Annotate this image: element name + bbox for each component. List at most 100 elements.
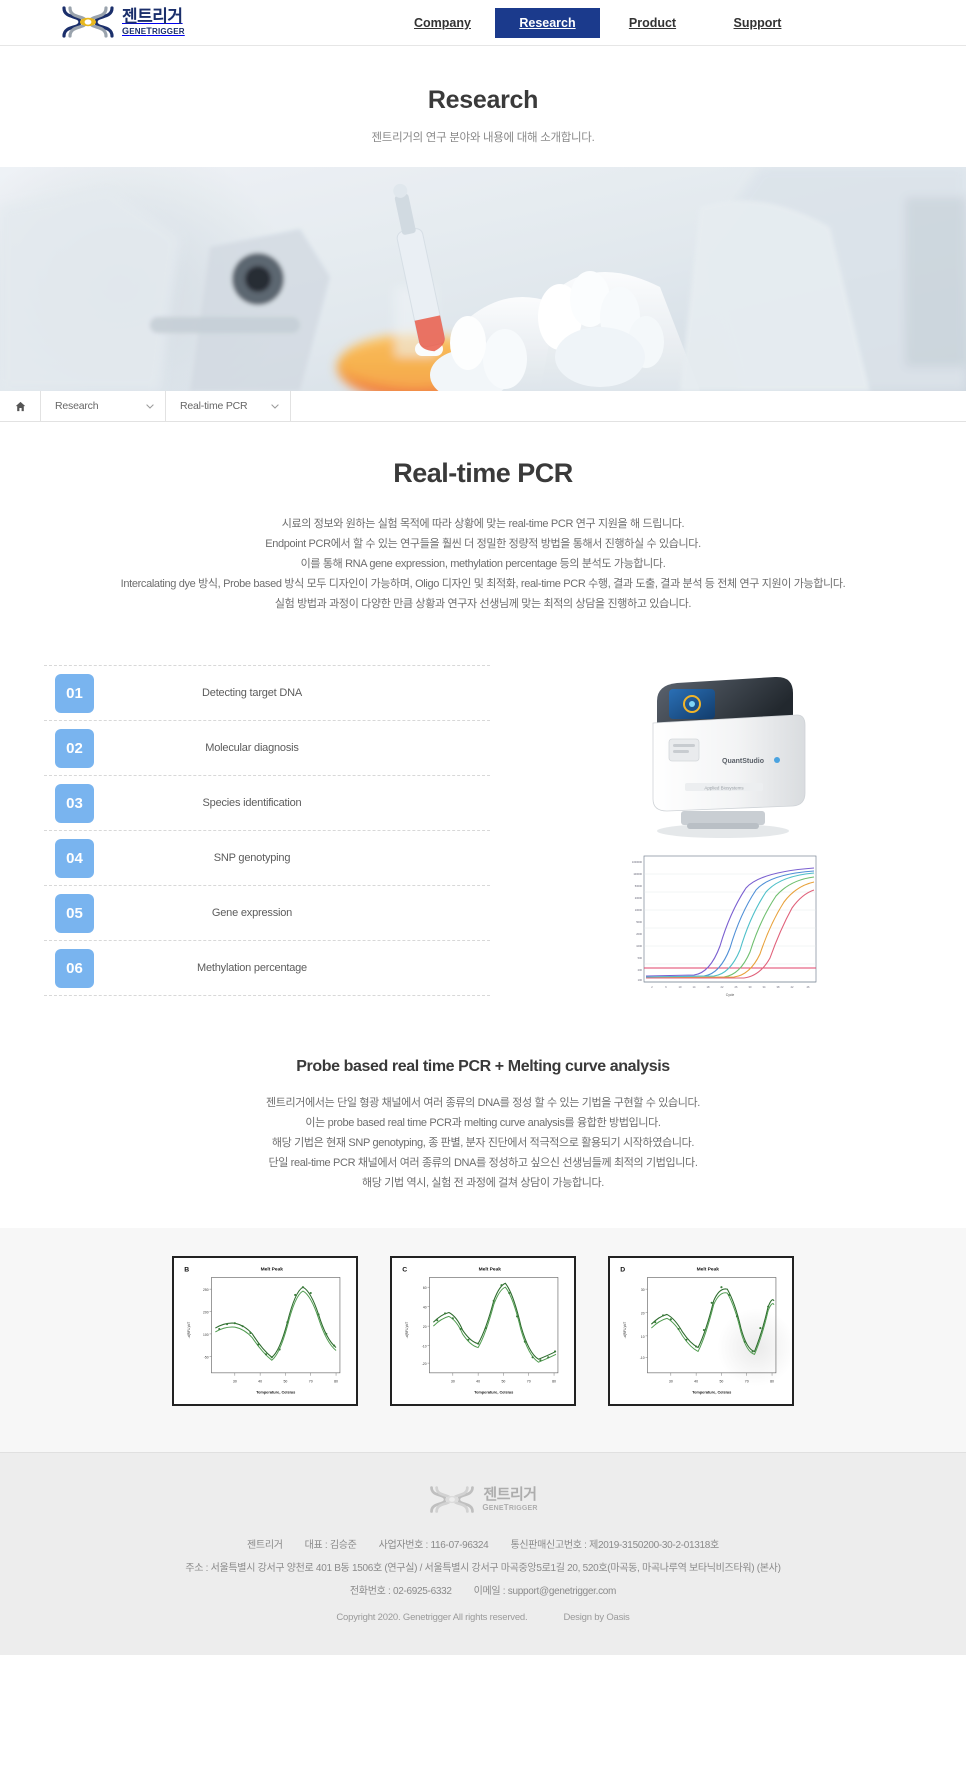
list-item[interactable]: 04 SNP genotyping [44, 831, 490, 886]
feature-label: Methylation percentage [197, 962, 307, 974]
list-item[interactable]: 02 Molecular diagnosis [44, 721, 490, 776]
breadcrumb-select-category[interactable]: Research [41, 391, 166, 421]
svg-text:250: 250 [203, 1288, 209, 1292]
svg-text:70: 70 [309, 1380, 313, 1384]
site-logo[interactable]: 젠트리거 GENETRIGGER [60, 5, 185, 39]
svg-text:40: 40 [694, 1380, 698, 1384]
nav-item-research[interactable]: Research [495, 8, 600, 38]
panel-label: B [184, 1267, 189, 1274]
svg-text:60: 60 [423, 1286, 427, 1290]
svg-text:100: 100 [203, 1333, 209, 1337]
svg-text:80: 80 [770, 1380, 774, 1384]
melt-xlabel: Temperature, Celsius [474, 1389, 513, 1394]
feature-number-badge: 05 [55, 893, 94, 933]
main-navigation: Company Research Product Support [390, 0, 810, 46]
pcr-instrument-image: QuantStudio Applied Biosystems [652, 676, 806, 838]
list-item[interactable]: 06 Methylation percentage [44, 941, 490, 996]
svg-text:10: 10 [641, 1335, 645, 1339]
svg-text:100000: 100000 [633, 872, 642, 876]
footer-copyright: Copyright 2020. Genetrigger All rights r… [336, 1612, 528, 1623]
melt-peak-chart-b: B Melt Peak 250200 100-50 30 40 50 70 80… [174, 1258, 356, 1404]
svg-text:30: 30 [451, 1380, 455, 1384]
list-item[interactable]: 01 Detecting target DNA [44, 666, 490, 721]
lab-scene-illustration [0, 167, 966, 391]
dna-logo-icon [62, 6, 114, 38]
logo-korean-name: 젠트리거 [122, 7, 183, 26]
description-line: 시료의 정보와 원하는 실험 목적에 따라 상황에 맞는 real-time P… [281, 518, 685, 530]
logo-english-name: GENETRIGGER [122, 26, 185, 36]
melt-peak-chart-d: D Melt Peak 3020 10-10 30 40 50 70 80 Te… [610, 1258, 792, 1404]
feature-list-column: 01 Detecting target DNA 02 Molecular dia… [0, 665, 490, 996]
breadcrumb-home-link[interactable] [0, 391, 41, 421]
section-title: Real-time PCR [393, 458, 573, 488]
svg-text:80: 80 [552, 1380, 556, 1384]
melt-ylabel: -d(RFU)/dT [623, 1322, 627, 1339]
probe-section: Probe based real time PCR + Melting curv… [0, 1030, 966, 1204]
footer-business-number: 사업자번호 : 116-07-96324 [378, 1540, 489, 1551]
footer-company-name: 젠트리거 [247, 1540, 283, 1551]
svg-text:2000: 2000 [636, 932, 642, 936]
svg-text:10000: 10000 [634, 908, 642, 912]
footer-contact-line: 전화번호 : 02-6925-6332 이메일 : support@genetri… [0, 1580, 966, 1603]
footer-design-credit: Design by Oasis [563, 1612, 630, 1623]
svg-text:QuantStudio: QuantStudio [722, 758, 764, 765]
description-line: 실험 방법과 과정이 다양한 만큼 상황과 연구자 선생님께 맞는 최적의 상담… [274, 598, 692, 610]
footer-email[interactable]: 이메일 : support@genetrigger.com [474, 1586, 617, 1597]
nav-item-support[interactable]: Support [705, 8, 810, 38]
description-line: Intercalating dye 방식, Probe based 방식 모두 … [120, 578, 846, 590]
amplification-plot-chart: 1000000 100000 50000 20000 10000 5000 20… [617, 850, 823, 1000]
feature-label: SNP genotyping [213, 852, 291, 864]
logo-wordmark: 젠트리거 GENETRIGGER [122, 8, 185, 36]
feature-number-badge: 01 [55, 673, 94, 713]
svg-text:20: 20 [423, 1325, 427, 1329]
svg-text:-50: -50 [204, 1355, 209, 1359]
feature-number-badge: 02 [55, 728, 94, 768]
footer-address: 주소 : 서울특별시 강서구 양천로 401 B동 1506호 (연구실) / … [185, 1563, 781, 1574]
nav-item-product[interactable]: Product [600, 8, 705, 38]
svg-text:30: 30 [641, 1288, 645, 1292]
footer-wordmark: 젠트리거 GENETRIGGER [482, 1487, 537, 1512]
dna-logo-icon [430, 1486, 475, 1513]
melt-peak-chart-c: C Melt Peak 6040 20-10-20 30 40 50 70 80… [392, 1258, 574, 1404]
nav-item-company[interactable]: Company [390, 8, 495, 38]
panel-label: D [620, 1267, 625, 1274]
footer-logo-english-name: GENETRIGGER [482, 1503, 538, 1513]
section-description: 시료의 정보와 원하는 실험 목적에 따라 상황에 맞는 real-time P… [0, 515, 966, 625]
melt-xlabel: Temperature, Celsius [692, 1389, 731, 1394]
footer-company-line: 젠트리거 대표 : 김승준 사업자번호 : 116-07-96324 통신판매신고번호… [0, 1534, 966, 1557]
footer-phone: 전화번호 : 02-6925-6332 [349, 1586, 452, 1597]
site-footer: 젠트리거 GENETRIGGER 젠트리거 대표 : 김승준 사업자번호 : 116… [0, 1452, 966, 1655]
page-title: Research [427, 86, 539, 114]
svg-text:30: 30 [669, 1380, 673, 1384]
list-item[interactable]: 05 Gene expression [44, 886, 490, 941]
breadcrumb-select-page[interactable]: Real-time PCR [166, 391, 291, 421]
svg-text:500: 500 [637, 956, 642, 960]
svg-text:1000000: 1000000 [631, 860, 642, 864]
description-line: 이를 통해 RNA gene expression, methylation p… [300, 558, 666, 570]
feature-label: Molecular diagnosis [205, 742, 299, 754]
melt-ylabel: -d(RFU)/dT [187, 1322, 191, 1339]
svg-text:200: 200 [203, 1310, 209, 1314]
page-subtitle: 젠트리거의 연구 분야와 내용에 대해 소개합니다. [371, 132, 595, 144]
list-item[interactable]: 03 Species identification [44, 776, 490, 831]
svg-text:80: 80 [334, 1380, 338, 1384]
chevron-down-icon [146, 404, 154, 409]
amplification-xlabel: Cycle [725, 993, 734, 997]
svg-text:40: 40 [476, 1380, 480, 1384]
svg-text:Melt Peak: Melt Peak [697, 1267, 720, 1273]
probe-description-line: 해당 기법은 현재 SNP genotyping, 종 판별, 분자 진단에서 … [271, 1137, 695, 1149]
feature-section: 01 Detecting target DNA 02 Molecular dia… [0, 625, 966, 1030]
melt-xlabel: Temperature, Celsius [256, 1389, 295, 1394]
feature-media-column: QuantStudio Applied Biosystems 1000000 1… [490, 665, 920, 1000]
svg-text:50: 50 [501, 1380, 505, 1384]
footer-logo-korean-name: 젠트리거 [483, 1486, 537, 1503]
svg-text:40: 40 [423, 1306, 427, 1310]
svg-text:50: 50 [719, 1380, 723, 1384]
feature-number-badge: 06 [55, 948, 94, 988]
svg-text:-20: -20 [422, 1362, 427, 1366]
site-header: 젠트리거 GENETRIGGER Company Research Produc… [0, 0, 966, 46]
svg-text:200: 200 [637, 968, 642, 972]
svg-text:20: 20 [641, 1311, 645, 1315]
footer-mail-order-number: 통신판매신고번호 : 제2019-3150200-30-2-01318호 [510, 1540, 719, 1551]
probe-description-line: 단일 real-time PCR 채널에서 여러 종류의 DNA를 정성하고 싶… [268, 1157, 698, 1169]
